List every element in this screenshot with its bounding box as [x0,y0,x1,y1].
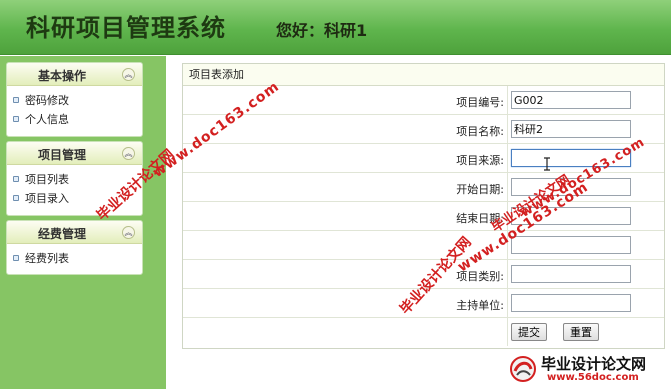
sidebar-item-label: 经费列表 [25,251,69,265]
field-label: 开始日期: [456,183,504,196]
sidebar-section-basic: 基本操作 ︽ 密码修改 个人信息 [6,62,143,137]
bullet-icon [13,115,19,122]
bullet-icon [13,254,19,261]
sidebar-section-title: 项目管理 [37,148,86,162]
form-actions: 提交 重置 [183,318,664,346]
host-unit-input[interactable] [511,294,631,312]
user-greeting: 您好：科研1 [276,21,368,40]
field-label: 主持单位: [456,299,504,312]
form-row: 项目名称: [183,115,664,144]
chevron-up-double-icon[interactable]: ︽ [122,226,135,239]
bullet-icon [13,194,19,201]
field-label: 项目名称: [456,125,504,138]
panel-title: 项目表添加 [183,64,664,86]
project-category-input[interactable] [511,265,631,283]
reset-button[interactable]: 重置 [563,323,599,341]
sidebar-section-header[interactable]: 经费管理 ︽ [7,221,142,244]
chevron-up-double-icon[interactable]: ︽ [122,68,135,81]
app-title: 科研项目管理系统 [26,13,226,42]
text-cursor-icon [544,157,550,171]
sidebar-item-label: 密码修改 [25,93,69,107]
sidebar-item-password[interactable]: 密码修改 [13,90,142,109]
sidebar-item-label: 项目录入 [25,191,69,205]
sidebar-item-label: 项目列表 [25,172,69,186]
logo-swirl-icon [510,356,536,382]
sidebar-item-funding-list[interactable]: 经费列表 [13,248,142,267]
logo-url: www.56doc.com [547,372,639,383]
sidebar-item-label: 个人信息 [25,112,69,126]
sidebar-section-header[interactable]: 项目管理 ︽ [7,142,142,165]
field-label: 项目编号: [456,96,504,109]
sidebar-item-profile[interactable]: 个人信息 [13,109,142,128]
obscured-field-input[interactable] [511,236,631,254]
bullet-icon [13,96,19,103]
chevron-up-double-icon[interactable]: ︽ [122,147,135,160]
watermark-logo: 毕业设计论文网 www.56doc.com [507,352,667,386]
project-number-input[interactable] [511,91,631,109]
submit-button[interactable]: 提交 [511,323,547,341]
sidebar-section-title: 基本操作 [37,69,86,83]
bullet-icon [13,175,19,182]
sidebar-section-title: 经费管理 [37,227,86,241]
project-name-input[interactable] [511,120,631,138]
logo-text: 毕业设计论文网 [541,355,647,373]
sidebar-section-header[interactable]: 基本操作 ︽ [7,63,142,86]
sidebar-section-funding: 经费管理 ︽ 经费列表 [6,220,143,275]
form-row [183,231,664,260]
sidebar: 基本操作 ︽ 密码修改 个人信息 项目管理 ︽ 项目列表 项目录入 经费管理 ︽… [0,56,166,389]
field-label: 项目来源: [456,154,504,167]
app-header: 科研项目管理系统 您好：科研1 [0,0,671,55]
form-row: 结束日期: [183,202,664,231]
